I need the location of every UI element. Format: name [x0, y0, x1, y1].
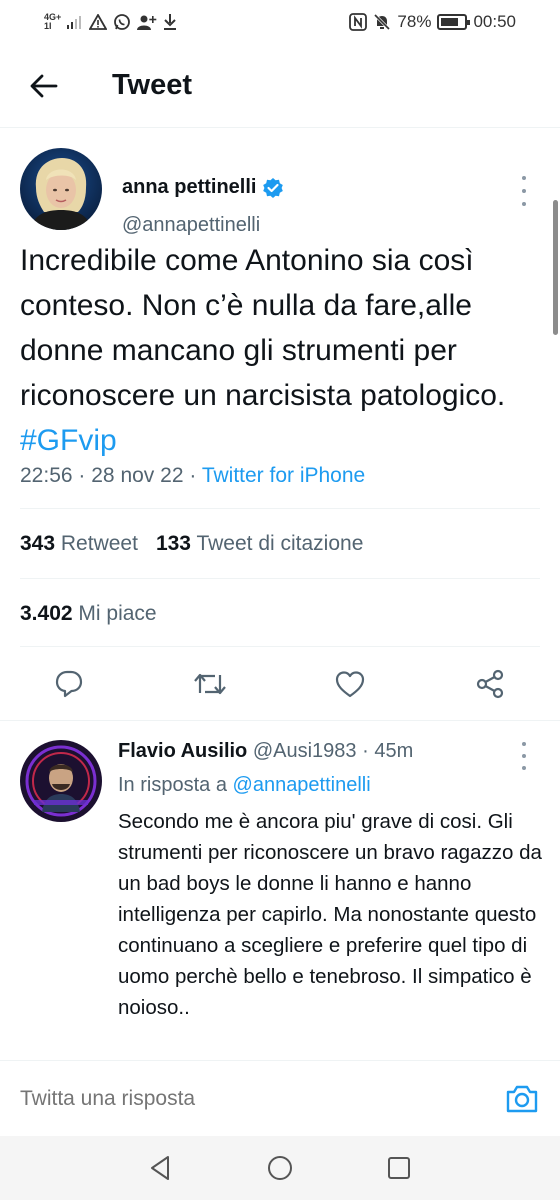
page-title: Tweet	[112, 69, 193, 101]
meta-separator: ·	[189, 464, 197, 487]
author-name-text: anna pettinelli	[122, 176, 257, 198]
retweet-count: 343	[20, 532, 56, 555]
reply-separator: ·	[362, 740, 369, 762]
signal-bars-icon	[67, 15, 83, 29]
like-stats: 3.402 Mi piace	[20, 602, 157, 626]
retweet-label: Retweet	[60, 532, 138, 555]
tweet-author-row: anna pettinelli @annapettinelli	[20, 148, 540, 238]
reply-tweet[interactable]: Flavio Ausilio @Ausi1983 · 45m In rispos…	[0, 720, 560, 1060]
reply-more-button[interactable]	[512, 742, 536, 770]
reply-to-mention[interactable]: @annapettinelli	[233, 774, 371, 796]
like-count-link[interactable]: 3.402 Mi piace	[20, 602, 157, 626]
triangle-back-icon	[151, 1156, 169, 1180]
tweet-body: Incredibile come Antonino sia così conte…	[20, 244, 506, 412]
status-left: 4G+ 1I	[44, 13, 177, 31]
reply-icon	[55, 670, 83, 698]
more-dot-icon	[522, 754, 526, 758]
retweet-icon	[194, 673, 226, 695]
author-avatar[interactable]	[20, 148, 102, 230]
network-sub-label: 1I	[44, 21, 52, 31]
tweet-date: 28 nov 22	[91, 464, 184, 487]
share-icon	[476, 669, 504, 699]
camera-icon	[506, 1085, 538, 1113]
verified-badge-icon	[263, 177, 284, 198]
nfc-icon	[349, 13, 368, 31]
status-right: 78% 00:50	[349, 12, 516, 32]
back-button[interactable]	[16, 58, 72, 114]
reply-composer	[0, 1060, 560, 1136]
battery-percent: 78%	[397, 12, 432, 31]
more-dot-icon	[522, 766, 526, 770]
tweet-actions	[0, 660, 560, 708]
divider	[20, 646, 540, 647]
warning-icon	[89, 14, 108, 30]
meta-separator: ·	[78, 464, 86, 487]
reply-input[interactable]	[20, 1083, 460, 1115]
like-label: Mi piace	[78, 602, 157, 625]
divider	[20, 508, 540, 509]
camera-button[interactable]	[502, 1079, 542, 1119]
reply-header: Flavio Ausilio @Ausi1983 · 45m	[118, 740, 413, 763]
reply-author-avatar[interactable]	[20, 740, 102, 822]
battery-icon	[437, 14, 471, 30]
nav-recents-button[interactable]	[379, 1148, 419, 1188]
mute-icon	[373, 13, 391, 31]
hashtag-link[interactable]: #GFvip	[20, 424, 117, 457]
whatsapp-icon	[113, 13, 131, 31]
share-button[interactable]	[466, 660, 514, 708]
quote-count-link[interactable]: 133 Tweet di citazione	[156, 532, 363, 556]
circle-home-icon	[268, 1156, 292, 1180]
tweet-text: Incredibile come Antonino sia così conte…	[20, 238, 540, 463]
reply-text: Secondo me è ancora piu' grave di cosi. …	[118, 810, 542, 1019]
add-user-icon	[137, 14, 157, 30]
like-count: 3.402	[20, 602, 73, 625]
square-recents-icon	[388, 1157, 410, 1179]
reply-time: 45m	[374, 740, 414, 762]
header: Tweet	[0, 44, 560, 128]
tweet-source-link[interactable]: Twitter for iPhone	[202, 464, 365, 487]
heart-icon	[335, 671, 365, 698]
more-dot-icon	[522, 742, 526, 746]
reply-to-prefix: In risposta a	[118, 774, 227, 796]
tweet-meta: 22:56 · 28 nov 22 · Twitter for iPhone	[20, 464, 365, 488]
arrow-left-icon	[30, 74, 58, 97]
author-handle[interactable]: @annapettinelli	[122, 214, 260, 237]
retweet-count-link[interactable]: 343 Retweet	[20, 532, 138, 556]
network-icon: 4G+ 1I	[44, 13, 61, 31]
battery-fill	[441, 18, 459, 26]
download-icon	[163, 14, 177, 30]
tweet-more-button[interactable]	[512, 176, 536, 206]
scrollbar[interactable]	[553, 200, 558, 335]
retweet-button[interactable]	[186, 660, 234, 708]
like-button[interactable]	[326, 660, 374, 708]
quote-count: 133	[155, 532, 191, 555]
reply-author-handle[interactable]: @Ausi1983	[253, 740, 357, 762]
reply-button[interactable]	[45, 660, 93, 708]
reply-to-line: In risposta a @annapettinelli	[118, 774, 371, 797]
retweet-stats: 343 Retweet 133 Tweet di citazione	[20, 532, 363, 556]
divider	[20, 578, 540, 579]
reply-author-name[interactable]: Flavio Ausilio	[118, 740, 247, 762]
system-nav-bar	[0, 1136, 560, 1200]
quote-label: Tweet di citazione	[196, 532, 364, 555]
nav-back-button[interactable]	[140, 1148, 180, 1188]
nav-home-button[interactable]	[260, 1148, 300, 1188]
more-dot-icon	[522, 176, 526, 180]
clock: 00:50	[473, 12, 516, 31]
author-name[interactable]: anna pettinelli	[122, 176, 284, 199]
tweet-time: 22:56	[20, 464, 73, 487]
more-dot-icon	[522, 202, 526, 206]
status-bar: 4G+ 1I 78% 00:50	[0, 0, 560, 44]
more-dot-icon	[522, 189, 526, 193]
